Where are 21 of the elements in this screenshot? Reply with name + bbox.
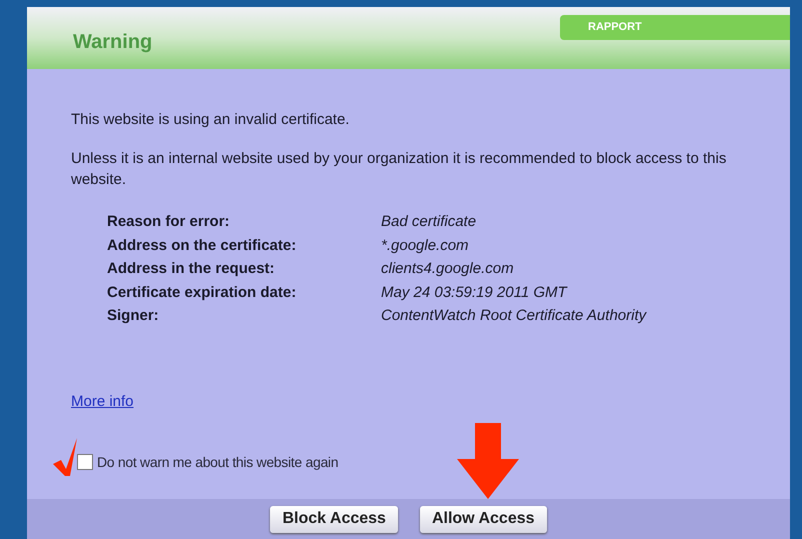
detail-label: Address in the request: <box>107 259 276 279</box>
detail-label: Signer: <box>107 306 160 326</box>
action-button[interactable]: Allow Access <box>420 506 547 532</box>
detail-label: Certificate expiration date: <box>107 282 298 302</box>
detail-value: ContentWatch Root Certificate Authority <box>381 306 648 326</box>
action-button[interactable]: Block Access <box>270 506 398 532</box>
brand-text: RAPPORT <box>588 20 642 36</box>
message-text: This website is using an invalid certificate. <box>71 110 350 130</box>
more-info-link[interactable]: More info <box>71 392 134 410</box>
detail-value: Bad certificate <box>381 212 478 232</box>
detail-label: Reason for error: <box>107 212 231 232</box>
checkbox[interactable] <box>77 454 93 470</box>
arrow-annotation-icon <box>457 423 519 499</box>
detail-value: May 24 03:59:19 2011 GMT <box>381 282 568 302</box>
checkmark-annotation-icon <box>53 438 77 478</box>
detail-value: *.google.com <box>381 236 470 256</box>
message-text: Unless it is an internal website used by your organization it is recommended to block access to this website. <box>71 149 728 190</box>
detail-value: clients4.google.com <box>381 259 515 279</box>
checkbox-label: Do not warn me about this website again <box>97 452 338 472</box>
dialog-title: Warning <box>73 30 152 55</box>
detail-label: Address on the certificate: <box>107 236 298 256</box>
